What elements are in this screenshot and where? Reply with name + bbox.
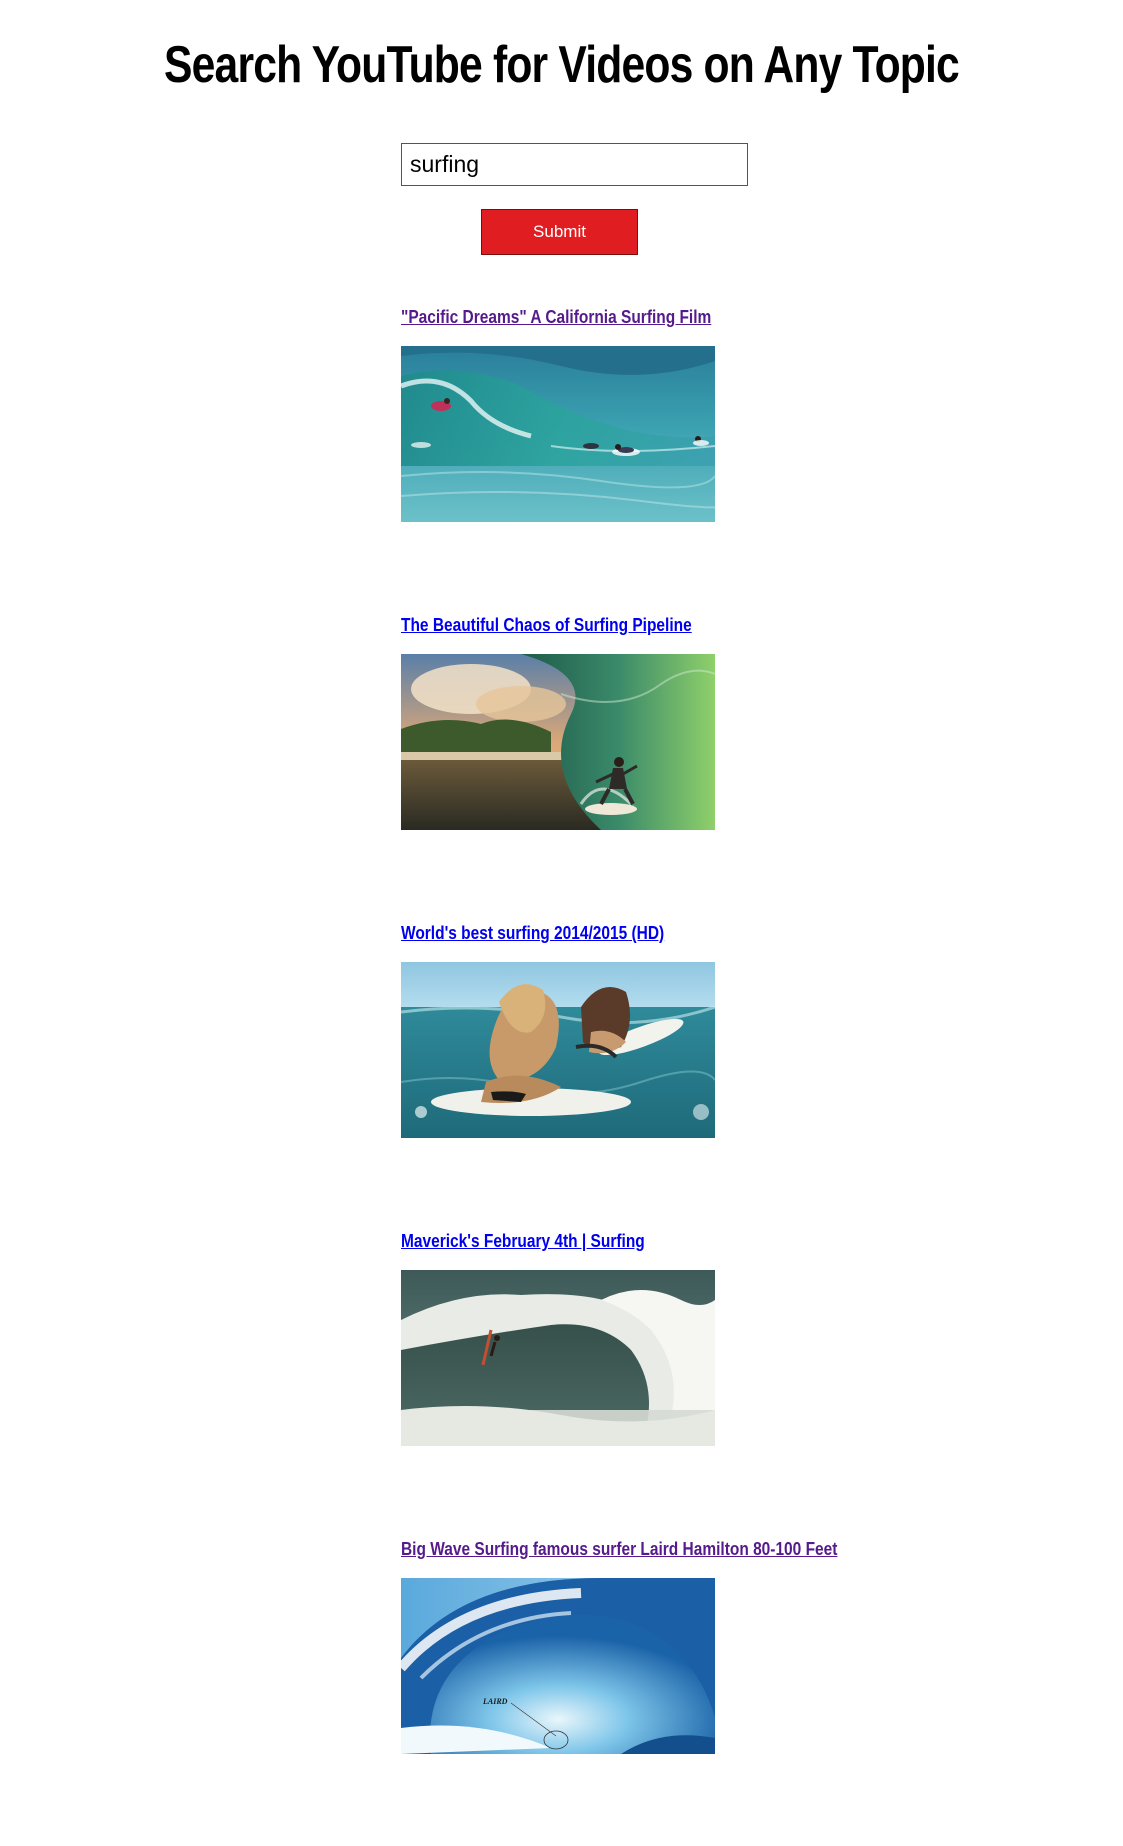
result-title-link[interactable]: Maverick's February 4th | Surfing: [401, 1229, 917, 1253]
result-title-link[interactable]: The Beautiful Chaos of Surfing Pipeline: [401, 613, 917, 637]
surfer-in-barrel-image: [401, 654, 715, 830]
result-title-link[interactable]: "Pacific Dreams" A California Surfing Fi…: [401, 305, 917, 329]
result-item: Big Wave Surfing famous surfer Laird Ham…: [401, 1537, 1001, 1754]
blue-wave-curl-image: LAIRD: [401, 1578, 715, 1754]
submit-button[interactable]: Submit: [481, 209, 638, 255]
result-item: Maverick's February 4th | Surfing: [401, 1229, 1001, 1446]
result-thumbnail[interactable]: [401, 346, 715, 522]
big-wave-surfer-image: [401, 1270, 715, 1446]
result-item: The Beautiful Chaos of Surfing Pipeline: [401, 613, 1001, 830]
result-thumbnail[interactable]: [401, 1270, 715, 1446]
result-thumbnail[interactable]: [401, 654, 715, 830]
search-input[interactable]: [401, 143, 748, 186]
page-title: Search YouTube for Videos on Any Topic: [164, 36, 960, 94]
result-title-link[interactable]: World's best surfing 2014/2015 (HD): [401, 921, 917, 945]
laird-caption: LAIRD: [482, 1697, 508, 1706]
surfers-paddling-wave-image: [401, 346, 715, 522]
result-item: "Pacific Dreams" A California Surfing Fi…: [401, 305, 1001, 522]
result-thumbnail[interactable]: LAIRD: [401, 1578, 715, 1754]
result-title-link[interactable]: Big Wave Surfing famous surfer Laird Ham…: [401, 1537, 917, 1561]
result-item: World's best surfing 2014/2015 (HD): [401, 921, 1001, 1138]
two-surfers-on-boards-image: [401, 962, 715, 1138]
result-thumbnail[interactable]: [401, 962, 715, 1138]
